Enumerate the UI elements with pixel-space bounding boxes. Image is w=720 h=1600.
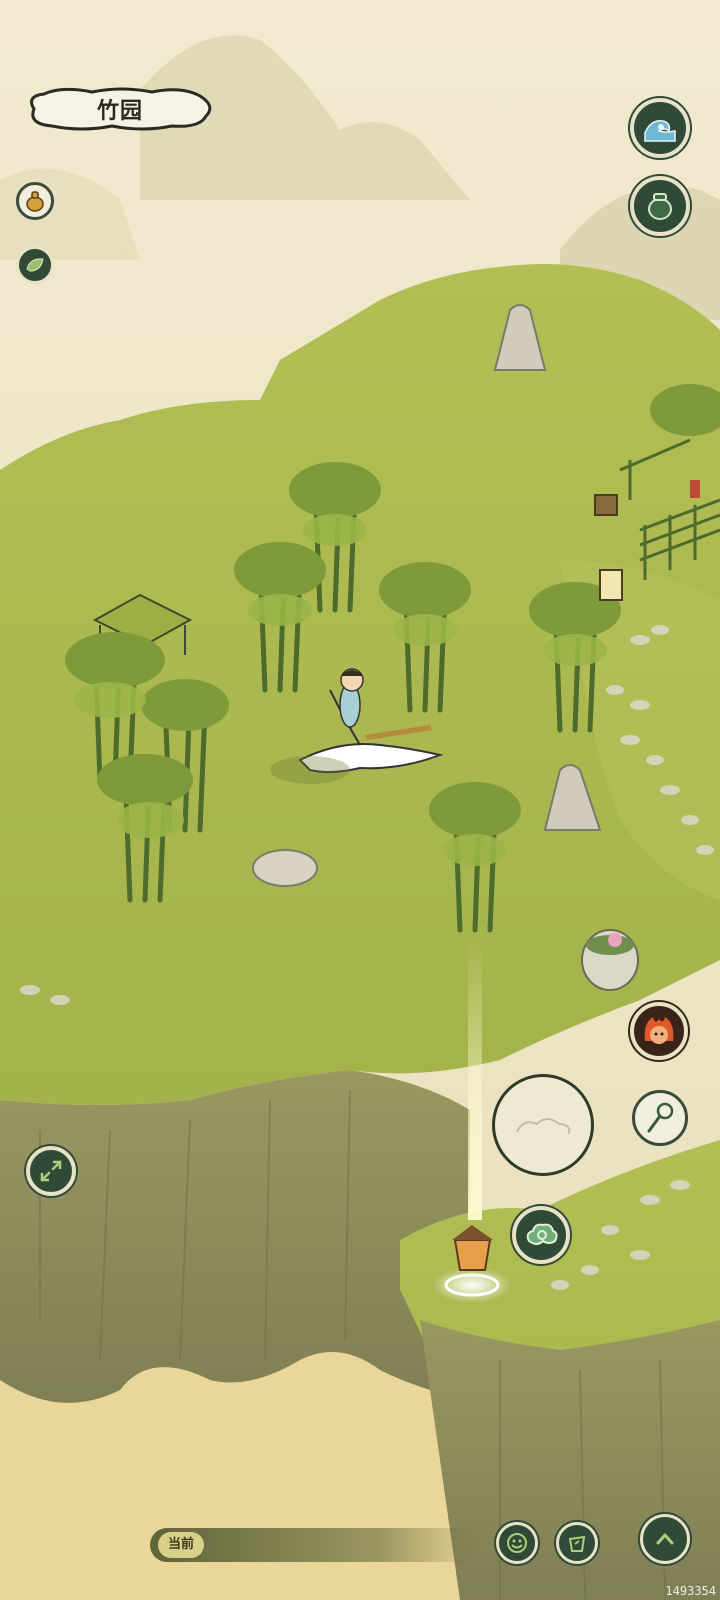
fire-spirit-portrait-icon — [644, 1017, 674, 1044]
gourd-pouch-button[interactable] — [16, 182, 54, 220]
chat-bar[interactable]: 当前 — [150, 1528, 480, 1562]
net-staff-button[interactable] — [632, 1090, 688, 1146]
fire-spirit-button[interactable] — [630, 1002, 688, 1060]
item-bag-button[interactable] — [556, 1522, 598, 1564]
cloud-jump-button[interactable] — [512, 1206, 570, 1264]
gourd-pouch-icon — [26, 191, 44, 212]
resize-view-button[interactable] — [26, 1146, 76, 1196]
wave-icon — [644, 120, 676, 142]
chat-channel-label[interactable]: 当前 — [158, 1532, 205, 1558]
jar-button[interactable] — [630, 176, 690, 236]
build-id: 1493354 — [665, 1584, 716, 1598]
location-name: 竹园 — [96, 98, 143, 124]
emote-button[interactable] — [496, 1522, 538, 1564]
cloud-wisp-icon — [516, 1118, 571, 1135]
resize-arrows-icon — [40, 1160, 62, 1182]
jar-icon — [648, 193, 672, 220]
leaf-icon — [26, 258, 44, 272]
emote-face-icon — [507, 1533, 527, 1553]
net-staff-icon — [647, 1102, 674, 1133]
expand-menu-button[interactable] — [640, 1514, 690, 1564]
game-world — [0, 0, 720, 1600]
expand-up-icon — [656, 1533, 674, 1545]
location-banner: 竹园 — [22, 84, 218, 134]
item-bag-icon — [568, 1535, 586, 1552]
cloud-jump-icon — [526, 1223, 558, 1245]
joystick[interactable] — [492, 1074, 594, 1176]
wave-skill-button[interactable] — [630, 98, 690, 158]
leaf-button[interactable] — [16, 246, 54, 284]
